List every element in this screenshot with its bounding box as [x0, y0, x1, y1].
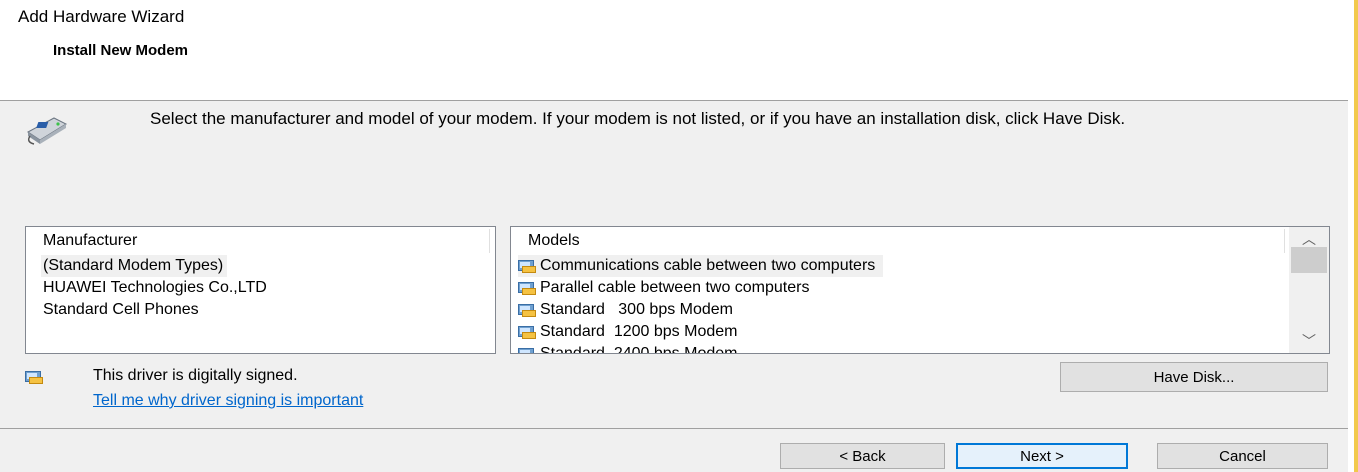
- right-edge-accent: [1354, 0, 1358, 472]
- cancel-button[interactable]: Cancel: [1157, 443, 1328, 469]
- column-divider[interactable]: [1284, 229, 1285, 253]
- list-item[interactable]: Standard Cell Phones: [41, 299, 203, 321]
- scroll-thumb[interactable]: [1291, 247, 1327, 273]
- list-item[interactable]: Standard 1200 bps Modem: [518, 321, 737, 343]
- list-item-label: Communications cable between two compute…: [540, 257, 876, 274]
- list-item[interactable]: Standard 2400 bps Modem: [518, 343, 738, 354]
- manufacturer-column-header[interactable]: Manufacturer: [43, 232, 137, 250]
- chevron-up-icon[interactable]: ︿: [1289, 229, 1329, 249]
- instruction-text: Select the manufacturer and model of you…: [150, 109, 1126, 128]
- list-item-label: Parallel cable between two computers: [540, 279, 810, 296]
- list-item[interactable]: HUAWEI Technologies Co.,LTD: [41, 277, 271, 299]
- driver-icon: [518, 259, 536, 273]
- list-item[interactable]: (Standard Modem Types): [41, 255, 228, 277]
- models-listbox[interactable]: Models Communications cable between two …: [510, 226, 1330, 354]
- page-title: Install New Modem: [53, 42, 189, 59]
- add-hardware-wizard-window: Add Hardware Wizard Install New Modem Se…: [0, 0, 1358, 472]
- driver-signing-link[interactable]: Tell me why driver signing is important: [93, 392, 363, 410]
- list-item-label: Standard 300 bps Modem: [540, 301, 734, 318]
- driver-signed-icon: [25, 370, 43, 384]
- models-scrollbar[interactable]: ︿ ﹀: [1289, 227, 1329, 353]
- footer-divider: [0, 428, 1348, 429]
- have-disk-button[interactable]: Have Disk...: [1060, 362, 1328, 392]
- list-item-label: Standard 1200 bps Modem: [540, 323, 738, 340]
- driver-icon: [518, 303, 536, 317]
- chevron-down-icon[interactable]: ﹀: [1289, 331, 1329, 351]
- list-item[interactable]: Parallel cable between two computers: [518, 277, 809, 299]
- wizard-header: Add Hardware Wizard Install New Modem: [0, 0, 1348, 100]
- manufacturer-listbox[interactable]: Manufacturer (Standard Modem Types) HUAW…: [25, 226, 496, 354]
- list-item[interactable]: Standard 300 bps Modem: [518, 299, 733, 321]
- list-item-label: Standard 2400 bps Modem: [540, 345, 738, 354]
- driver-icon: [518, 325, 536, 339]
- driver-icon: [518, 347, 536, 353]
- next-button[interactable]: Next >: [956, 443, 1128, 469]
- back-button[interactable]: < Back: [780, 443, 945, 469]
- driver-signed-text: This driver is digitally signed.: [93, 367, 298, 384]
- driver-icon: [518, 281, 536, 295]
- window-title: Add Hardware Wizard: [18, 7, 185, 26]
- models-column-header[interactable]: Models: [528, 232, 580, 250]
- modem-icon: [27, 117, 68, 145]
- column-divider[interactable]: [489, 229, 490, 253]
- header-divider: [0, 100, 1348, 101]
- list-item[interactable]: Communications cable between two compute…: [518, 255, 884, 277]
